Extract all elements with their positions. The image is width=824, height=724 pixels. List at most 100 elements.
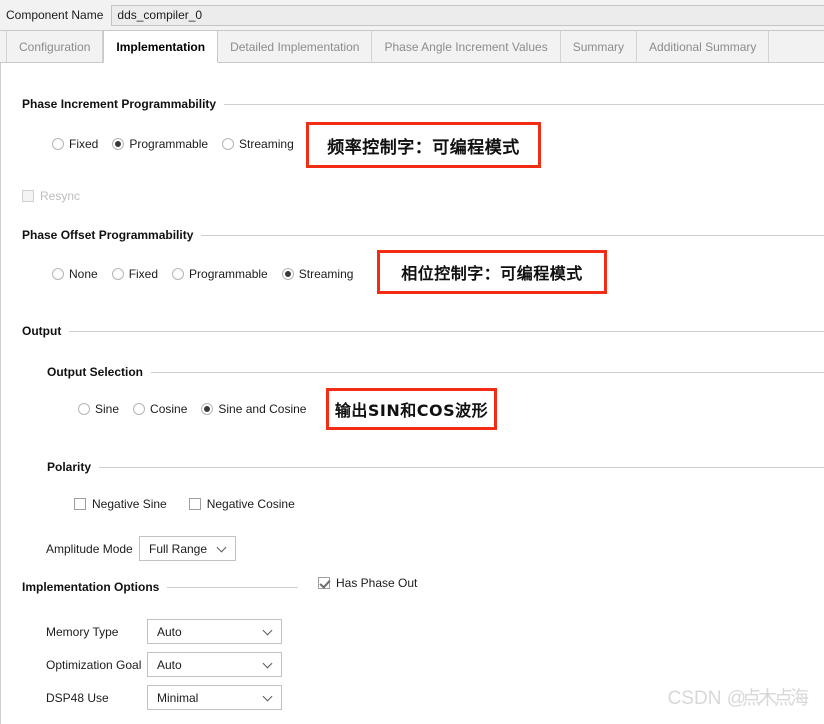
dsp48-use-value: Minimal (157, 690, 199, 705)
section-header: Output (22, 324, 824, 338)
tab-label: Phase Angle Increment Values (384, 39, 548, 54)
section-title: Output (22, 324, 62, 338)
radio-label: Programmable (189, 267, 268, 281)
radio-label: Sine and Cosine (218, 402, 307, 416)
optimization-goal-select[interactable]: Auto (147, 652, 282, 677)
radio-icon-selected (201, 403, 214, 415)
radio-icon-selected (112, 138, 125, 150)
section-title: Output Selection (47, 365, 143, 379)
tab-phase-angle-increment-values[interactable]: Phase Angle Increment Values (372, 31, 561, 62)
radio-output-sine-and-cosine[interactable]: Sine and Cosine (201, 402, 306, 416)
field-optimization-goal: Optimization Goal Auto (46, 652, 282, 677)
optimization-goal-value: Auto (157, 657, 182, 672)
checkbox-has-phase-out[interactable]: Has Phase Out (318, 576, 417, 590)
radio-icon (52, 138, 64, 150)
section-title: Polarity (47, 460, 92, 474)
radio-phase-increment-streaming[interactable]: Streaming (222, 137, 294, 151)
radio-label: None (69, 267, 98, 281)
tab-label: Detailed Implementation (230, 39, 360, 54)
field-dsp48-use: DSP48 Use Minimal (46, 685, 282, 710)
checkbox-icon (188, 498, 201, 510)
radio-label: Streaming (239, 137, 294, 151)
checkbox-icon (22, 190, 34, 202)
section-output-selection: Output Selection (47, 365, 824, 379)
field-memory-type: Memory Type Auto (46, 619, 282, 644)
section-polarity: Polarity (47, 460, 824, 474)
section-rule (224, 103, 824, 105)
tab-additional-summary[interactable]: Additional Summary (637, 31, 770, 62)
field-label: Memory Type (46, 624, 119, 639)
section-rule (69, 330, 824, 332)
dsp48-use-select[interactable]: Minimal (147, 685, 282, 710)
section-title: Phase Increment Programmability (22, 97, 217, 111)
radio-icon (222, 138, 235, 150)
section-rule (167, 586, 298, 588)
annotation-text: 频率控制字：可编程模式 (327, 137, 520, 158)
annotation-phase-control-word: 相位控制字：可编程模式 (377, 250, 607, 294)
radio-phase-offset-none[interactable]: None (52, 267, 98, 281)
radio-icon (172, 268, 185, 280)
radio-icon (111, 268, 124, 280)
chevron-down-icon (264, 693, 273, 702)
radio-phase-increment-fixed[interactable]: Fixed (52, 137, 98, 151)
output-selection-radio-group: Sine Cosine Sine and Cosine (78, 402, 306, 416)
section-title: Phase Offset Programmability (22, 228, 194, 242)
tab-strip-filler (769, 31, 824, 62)
component-name-input[interactable]: dds_compiler_0 (111, 4, 824, 26)
field-label: Optimization Goal (46, 657, 142, 672)
watermark-prefix: CSDN @ (667, 688, 746, 709)
section-header: Phase Offset Programmability (22, 228, 824, 242)
radio-label: Programmable (129, 137, 209, 151)
section-rule (201, 234, 824, 236)
radio-output-cosine[interactable]: Cosine (133, 402, 187, 416)
checkbox-label: Resync (40, 189, 81, 203)
tab-summary[interactable]: Summary (561, 31, 638, 62)
radio-label: Fixed (128, 267, 159, 281)
annotation-output-sin-cos: 输出SIN和COS波形 (326, 388, 497, 430)
implementation-panel: Phase Increment Programmability Fixed Pr… (0, 63, 824, 724)
chevron-down-icon (264, 660, 273, 669)
watermark-suffix: 点木点海 (741, 687, 809, 709)
radio-label: Streaming (298, 267, 354, 281)
amplitude-mode-select[interactable]: Full Range (139, 536, 236, 561)
tab-detailed-implementation[interactable]: Detailed Implementation (218, 31, 373, 62)
annotation-frequency-control-word: 频率控制字：可编程模式 (306, 122, 541, 168)
radio-phase-offset-fixed[interactable]: Fixed (111, 267, 159, 281)
section-rule (99, 466, 824, 468)
radio-output-sine[interactable]: Sine (78, 402, 119, 416)
radio-icon (133, 403, 146, 415)
radio-phase-increment-programmable[interactable]: Programmable (112, 137, 208, 151)
radio-phase-offset-programmable[interactable]: Programmable (172, 267, 268, 281)
checkbox-label: Has Phase Out (336, 576, 418, 590)
polarity-checkbox-group: Negative Sine Negative Cosine (74, 497, 317, 511)
radio-icon (78, 403, 90, 415)
radio-label: Fixed (69, 137, 99, 151)
tab-label: Configuration (19, 39, 91, 54)
section-implementation-options: Implementation Options (22, 580, 298, 594)
checkbox-resync: Resync (22, 189, 80, 203)
radio-icon-selected (281, 268, 294, 280)
tab-implementation[interactable]: Implementation (103, 31, 219, 63)
section-rule (151, 371, 824, 373)
radio-icon (52, 268, 64, 280)
memory-type-value: Auto (157, 624, 182, 639)
section-title: Implementation Options (22, 580, 160, 594)
checkbox-negative-sine[interactable]: Negative Sine (74, 497, 167, 511)
radio-label: Sine (95, 402, 120, 416)
amplitude-mode-value: Full Range (149, 541, 208, 556)
memory-type-select[interactable]: Auto (147, 619, 282, 644)
radio-phase-offset-streaming[interactable]: Streaming (281, 267, 354, 281)
tab-configuration[interactable]: Configuration (6, 31, 104, 62)
section-header: Polarity (47, 460, 824, 474)
section-header: Implementation Options (22, 580, 298, 594)
section-phase-offset-programmability: Phase Offset Programmability (22, 228, 824, 242)
checkbox-icon-checked (318, 577, 330, 589)
tab-label: Summary (572, 39, 625, 54)
section-header: Output Selection (47, 365, 824, 379)
chevron-down-icon (218, 544, 227, 553)
tab-strip: Configuration Implementation Detailed Im… (0, 31, 824, 63)
section-output: Output (22, 324, 824, 338)
tab-label: Implementation (116, 39, 206, 54)
checkbox-negative-cosine[interactable]: Negative Cosine (188, 497, 295, 511)
annotation-text: 相位控制字：可编程模式 (401, 264, 583, 283)
